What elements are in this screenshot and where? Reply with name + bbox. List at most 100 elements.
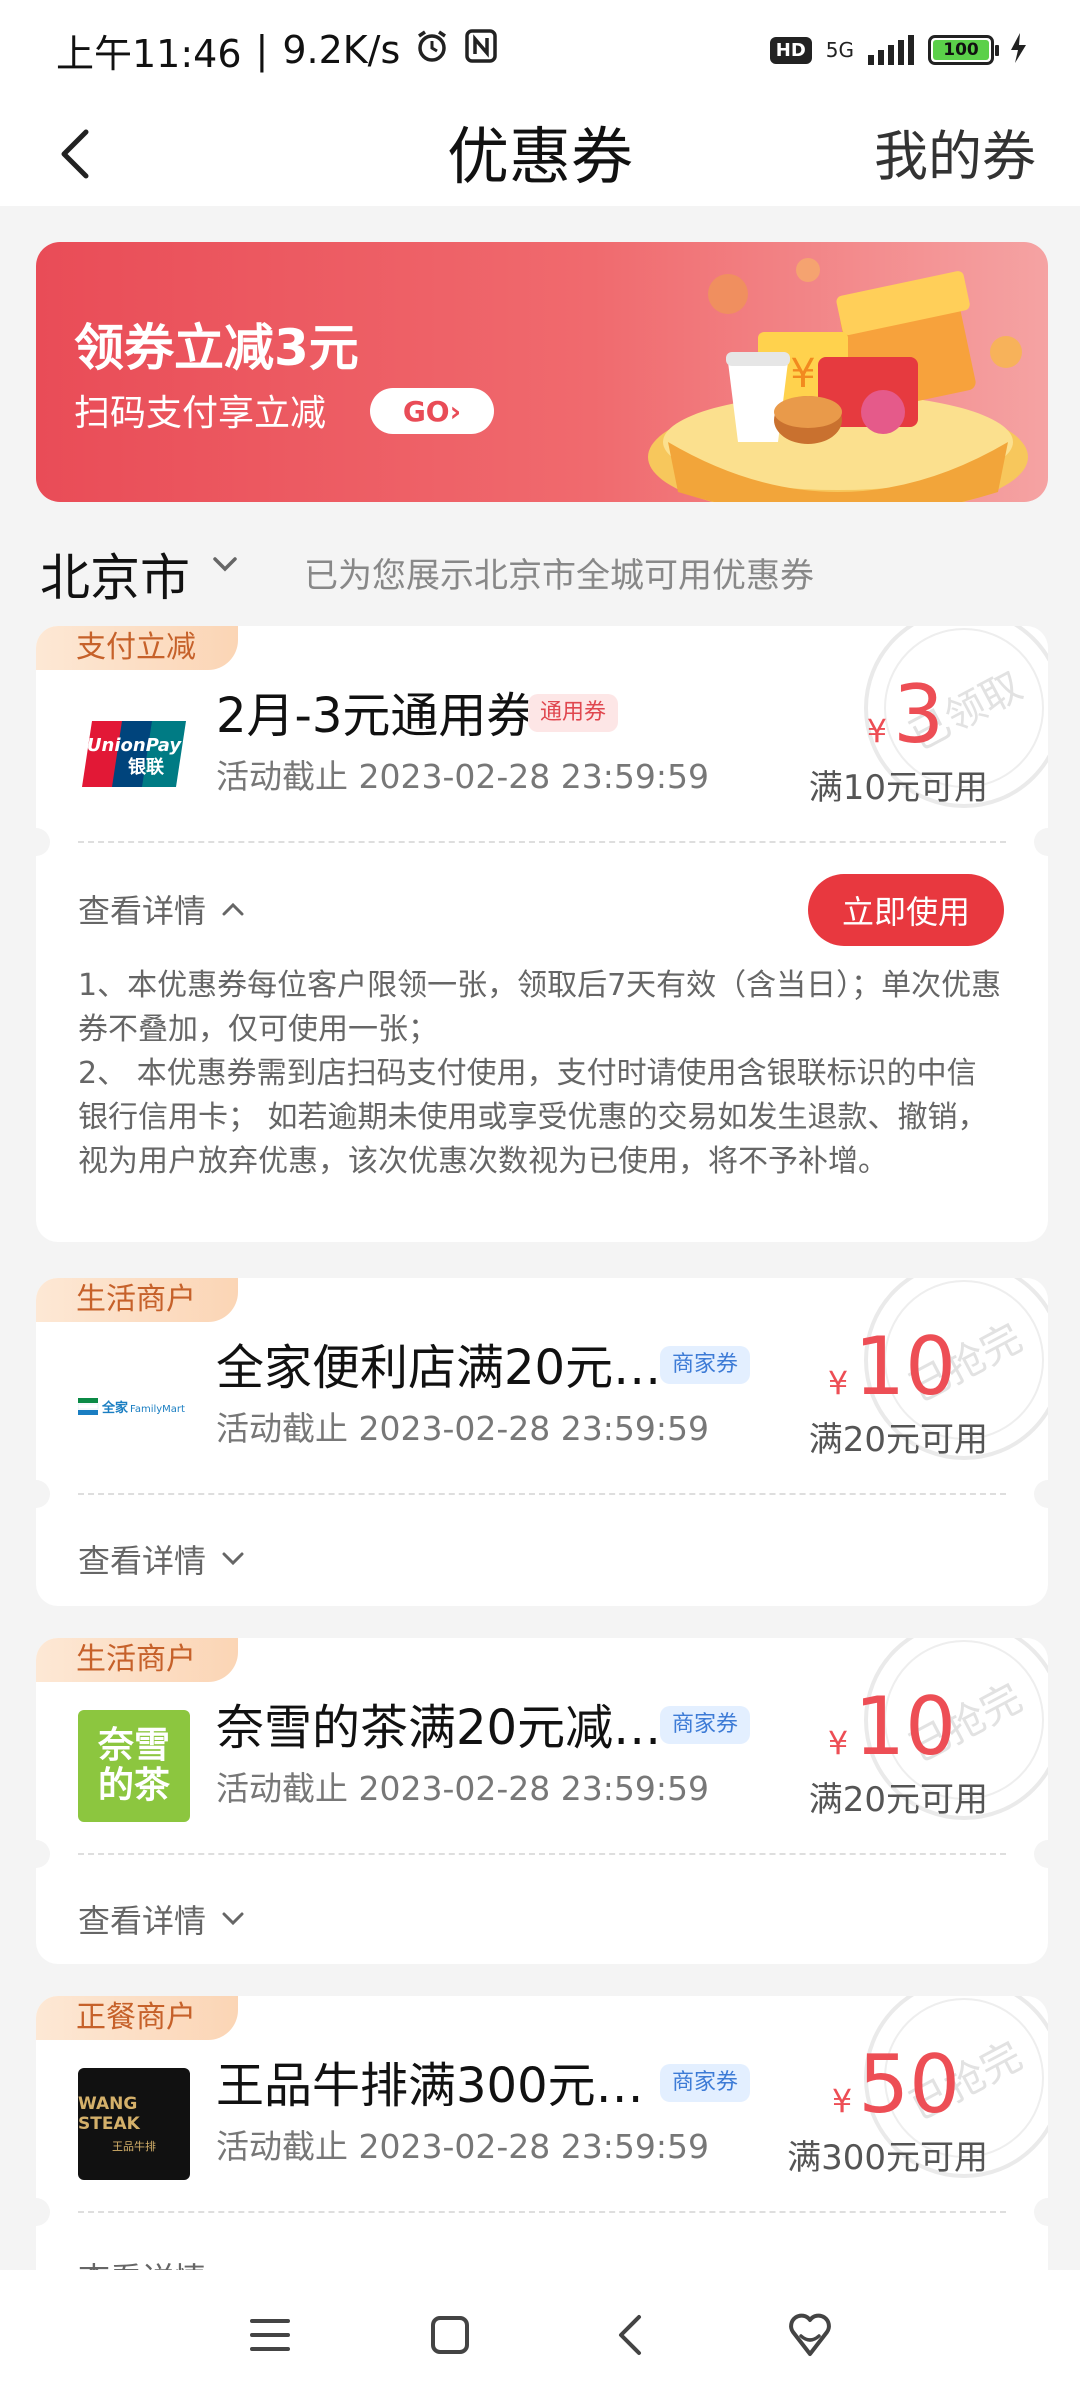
unionpay-logo-text: UnionPay xyxy=(87,735,182,756)
coupon-tag: 生活商户 xyxy=(36,1278,238,1322)
coupon-condition: 满300元可用 xyxy=(787,2138,988,2178)
coupon-type-badge: 通用券 xyxy=(528,694,619,732)
rule-item: 2、 本优惠券需到店扫码支付使用，支付时请使用含银联标识的中信银行信用卡； 如若… xyxy=(78,1056,988,1179)
nayuki-logo: 奈雪 的茶 xyxy=(78,1710,190,1822)
coupon-tag: 支付立减 xyxy=(36,626,238,670)
amount-value: 10 xyxy=(854,1320,956,1413)
card-notch-left xyxy=(36,1480,50,1508)
card-notch-right xyxy=(1034,828,1048,856)
rule-item: 1、本优惠券每位客户限领一张，领取后7天有效（含当日）；单次优惠券不叠加，仅可使… xyxy=(78,968,1002,1047)
details-toggle[interactable]: 查看详情 xyxy=(78,1536,244,1582)
coupon-amount: ¥50 xyxy=(832,2038,960,2131)
city-selector-row: 北京市 已为您展示北京市全城可用优惠券 xyxy=(0,528,1080,608)
wangsteak-logo-cn: 王品牛排 xyxy=(112,2140,156,2153)
battery-level: 100 xyxy=(933,40,989,60)
use-now-button[interactable]: 立即使用 xyxy=(808,874,1004,946)
familymart-logo-mark: 全家 FamilyMart xyxy=(78,1398,185,1416)
coupon-amount: ¥10 xyxy=(828,1320,956,1413)
charging-icon xyxy=(1008,31,1028,69)
currency-symbol: ¥ xyxy=(866,712,888,750)
assistant-button[interactable] xyxy=(770,2295,850,2375)
chevron-down-icon xyxy=(222,1912,244,1926)
nayuki-logo-line1: 奈雪 xyxy=(97,1725,170,1766)
menu-button[interactable] xyxy=(230,2295,310,2375)
status-divider: | xyxy=(255,28,269,72)
promo-banner[interactable]: 领券立减3元 扫码支付享立减 GO› ¥ xyxy=(36,242,1048,502)
details-label: 查看详情 xyxy=(78,892,207,930)
unionpay-logo: UnionPay 银联 xyxy=(78,698,190,810)
coupon-deadline: 活动截止 2023-02-28 23:59:59 xyxy=(216,2127,709,2166)
coupon-type-badge: 商家券 xyxy=(660,2064,751,2102)
battery-icon: 100 xyxy=(928,35,999,65)
coupon-title: 奈雪的茶满20元减… xyxy=(216,1700,662,1756)
coupon-condition: 满20元可用 xyxy=(808,1780,988,1820)
coupon-type-badge: 商家券 xyxy=(660,1706,751,1744)
details-label: 查看详情 xyxy=(78,1542,207,1580)
card-divider xyxy=(78,841,1006,843)
home-square-icon xyxy=(431,2316,469,2354)
coupon-page: 上午11:46 | 9.2K/s HD 5G 100 优惠券 我的券 领券立减3… xyxy=(0,0,1080,2400)
status-speed: 9.2K/s xyxy=(282,28,401,72)
coupon-tag: 正餐商户 xyxy=(36,1996,238,2040)
coupon-title: 王品牛排满300元… xyxy=(216,2058,644,2114)
chevron-down-icon xyxy=(222,1552,244,1566)
currency-symbol: ¥ xyxy=(827,1724,849,1762)
currency-symbol: ¥ xyxy=(831,2082,853,2120)
chevron-up-icon xyxy=(222,902,244,916)
coupon-amount: ¥3 xyxy=(867,668,944,761)
amount-value: 50 xyxy=(858,2038,960,2131)
coupon-deadline: 活动截止 2023-02-28 23:59:59 xyxy=(216,1409,709,1448)
nfc-icon xyxy=(464,28,498,73)
status-time: 上午11:46 xyxy=(56,31,242,76)
details-toggle[interactable]: 查看详情 xyxy=(78,886,244,932)
status-bar: 上午11:46 | 9.2K/s HD 5G 100 xyxy=(0,0,1080,100)
system-nav-bar xyxy=(0,2270,1080,2400)
status-right: HD 5G 100 xyxy=(769,31,1028,69)
card-notch-left xyxy=(36,2198,50,2226)
coupon-card: 已抢完 生活商户 全家 FamilyMart 全家便利店满20元… 商家券 活动… xyxy=(36,1278,1048,1606)
coupon-condition: 满20元可用 xyxy=(808,1420,988,1460)
signal-icon xyxy=(868,35,914,65)
nayuki-logo-line2: 的茶 xyxy=(97,1765,170,1806)
details-label: 查看详情 xyxy=(78,1902,207,1940)
card-notch-right xyxy=(1034,2198,1048,2226)
amount-value: 3 xyxy=(893,668,944,761)
coupon-type-badge: 商家券 xyxy=(660,1346,751,1384)
back-triangle-icon xyxy=(619,2315,641,2355)
coupon-rules: 1、本优惠券每位客户限领一张，领取后7天有效（含当日）；单次优惠券不叠加，仅可使… xyxy=(78,964,1004,1184)
city-name[interactable]: 北京市 xyxy=(40,538,190,610)
go-button[interactable]: GO› xyxy=(370,388,494,434)
gift-box-illustration: ¥ xyxy=(648,258,1028,502)
hd-icon: HD xyxy=(769,36,812,64)
my-coupons-link[interactable]: 我的券 xyxy=(874,112,1036,191)
coupon-card: 已抢完 生活商户 奈雪 的茶 奈雪的茶满20元减… 商家券 活动截止 2023-… xyxy=(36,1638,1048,1964)
coupon-card: 已领取 支付立减 UnionPay 银联 2月-3元通用券 通用券 活动截止 2… xyxy=(36,626,1048,1242)
card-divider xyxy=(78,1853,1006,1855)
status-left: 上午11:46 | 9.2K/s xyxy=(56,23,498,78)
amount-value: 10 xyxy=(854,1680,956,1773)
header: 优惠券 我的券 xyxy=(0,100,1080,206)
wangsteak-logo: WANG STEAK 王品牛排 xyxy=(78,2068,190,2180)
coupon-title: 2月-3元通用券 xyxy=(216,688,535,744)
familymart-logo-en: FamilyMart xyxy=(130,1404,185,1415)
coupon-amount: ¥10 xyxy=(828,1680,956,1773)
coupon-deadline: 活动截止 2023-02-28 23:59:59 xyxy=(216,1769,709,1808)
unionpay-logo-mark: UnionPay 银联 xyxy=(82,721,186,787)
details-toggle[interactable]: 查看详情 xyxy=(78,1896,244,1942)
coupon-tag: 生活商户 xyxy=(36,1638,238,1682)
wangsteak-logo-en: WANG STEAK xyxy=(78,2094,140,2134)
currency-symbol: ¥ xyxy=(827,1364,849,1402)
coupon-condition: 满10元可用 xyxy=(808,768,988,808)
nav-back-button[interactable] xyxy=(590,2295,670,2375)
chevron-down-icon[interactable] xyxy=(212,556,238,572)
card-divider xyxy=(78,2211,1006,2213)
menu-icon xyxy=(250,2319,290,2351)
familymart-logo: 全家 FamilyMart xyxy=(78,1350,190,1462)
card-notch-left xyxy=(36,828,50,856)
card-notch-left xyxy=(36,1840,50,1868)
card-notch-right xyxy=(1034,1480,1048,1508)
svg-text:¥: ¥ xyxy=(790,351,815,397)
city-hint: 已为您展示北京市全城可用优惠券 xyxy=(304,556,814,596)
home-button[interactable] xyxy=(410,2295,490,2375)
coupon-title: 全家便利店满20元… xyxy=(216,1340,662,1396)
